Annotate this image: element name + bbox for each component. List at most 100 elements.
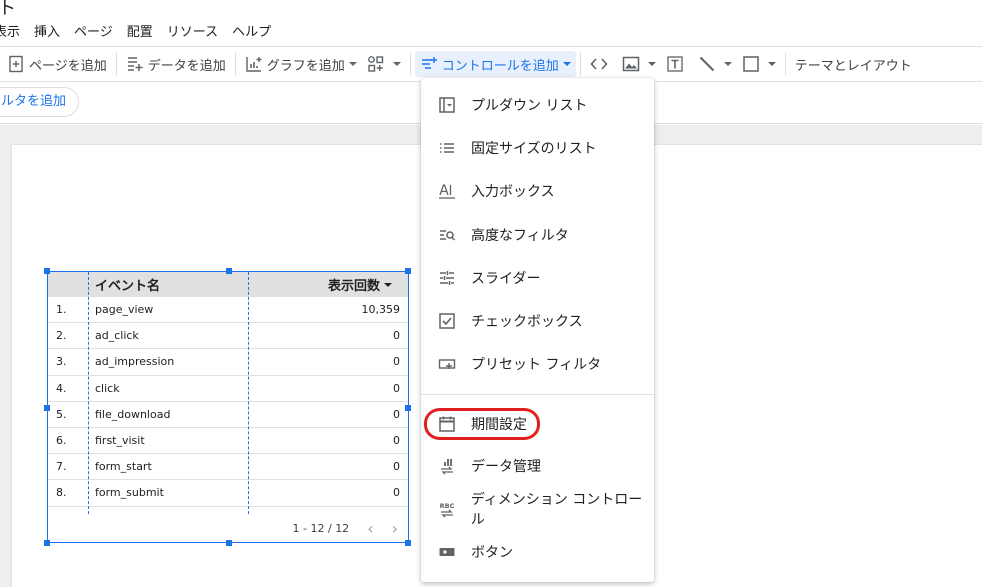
menu-item-label: 入力ボックス <box>471 184 555 200</box>
add-filter-button[interactable]: ルタを追加 <box>0 87 80 117</box>
chevron-down-icon <box>723 62 732 66</box>
add-control-button[interactable]: コントロールを追加 <box>414 51 576 77</box>
sort-desc-icon <box>384 282 392 287</box>
views-cell: 0 <box>393 329 400 343</box>
fixed-list-icon <box>437 138 457 158</box>
menu-view[interactable]: 表示 <box>0 21 20 40</box>
shape-button[interactable] <box>737 51 781 77</box>
community-viz-button[interactable] <box>362 51 406 77</box>
event-name-cell: click <box>95 381 120 395</box>
resize-handle[interactable] <box>44 268 50 274</box>
menu-bar: 表示 挿入 ページ 配置 リソース ヘルプ <box>0 21 285 40</box>
resize-handle[interactable] <box>44 405 50 411</box>
add-page-label: ページを追加 <box>29 58 107 74</box>
theme-layout-label: テーマとレイアウト <box>794 58 912 74</box>
event-name-cell: form_submit <box>95 486 164 500</box>
toolbar-divider <box>784 53 786 75</box>
resize-handle[interactable] <box>405 540 411 546</box>
event-name-cell: form_start <box>95 460 152 474</box>
toolbar: ページを追加 データを追加 グラフを追加 コントロールを追加 テーマとレイアウト <box>0 46 982 82</box>
menu-insert[interactable]: 挿入 <box>34 21 60 40</box>
table-row: 1. page_view 10,359 <box>48 297 408 324</box>
data-table[interactable]: イベント名 表示回数 1. page_view 10,359 2. ad_click 0… <box>47 271 409 543</box>
table-pagination: 1 - 12 / 12 ‹ › <box>48 514 408 542</box>
text-button[interactable] <box>661 51 693 77</box>
chevron-left-icon[interactable]: ‹ <box>367 519 373 538</box>
table-row: 6. first_visit 0 <box>48 428 408 455</box>
add-chart-label: グラフを追加 <box>266 58 345 74</box>
table-row: 3. ad_impression 0 <box>48 349 408 376</box>
row-number: 8. <box>56 486 67 500</box>
menu-item-label: プリセット フィルタ <box>471 357 602 373</box>
preset-filter-icon <box>437 354 457 374</box>
row-number: 1. <box>56 303 67 317</box>
menu-arrange[interactable]: 配置 <box>127 21 153 40</box>
resize-handle[interactable] <box>44 540 50 546</box>
row-number: 5. <box>56 407 67 421</box>
column-guide <box>248 272 249 542</box>
menu-item-data-control[interactable]: データ管理 <box>421 446 654 486</box>
menu-resources[interactable]: リソース <box>167 21 218 40</box>
toolbar-divider <box>409 53 411 75</box>
resize-handle[interactable] <box>226 268 232 274</box>
chevron-down-icon <box>392 62 401 66</box>
event-name-cell: file_download <box>95 407 171 421</box>
line-button[interactable] <box>693 51 737 77</box>
shapes-add-icon <box>367 56 383 72</box>
toolbar-divider <box>115 53 117 75</box>
menu-item-input-box[interactable]: 入力ボックス <box>421 171 654 211</box>
row-number: 7. <box>56 460 67 474</box>
row-number: 4. <box>56 381 67 395</box>
menu-item-fixed-list[interactable]: 固定サイズのリスト <box>421 128 654 168</box>
menu-item-checkbox[interactable]: チェックボックス <box>421 301 654 341</box>
input-box-icon <box>437 181 457 201</box>
menu-item-slider[interactable]: スライダー <box>421 258 654 298</box>
resize-handle[interactable] <box>226 540 232 546</box>
dropdown-list-icon <box>437 95 457 115</box>
event-name-cell: page_view <box>95 303 154 317</box>
add-chart-button[interactable]: グラフを追加 <box>240 51 362 77</box>
table-row: 4. click 0 <box>48 376 408 402</box>
views-cell: 0 <box>393 381 400 395</box>
add-page-button[interactable]: ページを追加 <box>2 51 112 77</box>
resize-handle[interactable] <box>405 268 411 274</box>
column-header-event-name[interactable]: イベント名 <box>89 275 249 294</box>
menu-page[interactable]: ページ <box>74 21 113 40</box>
image-button[interactable] <box>617 51 661 77</box>
embed-code-button[interactable] <box>585 51 617 77</box>
menu-item-preset-filter[interactable]: プリセット フィルタ <box>421 344 654 384</box>
menu-item-label: ディメンション コントロール <box>470 492 643 528</box>
menu-item-label: 固定サイズのリスト <box>471 141 597 157</box>
table-row: 5. file_download 0 <box>48 402 408 428</box>
menu-item-label: 高度なフィルタ <box>471 228 569 244</box>
column-header-views[interactable]: 表示回数 <box>249 275 408 294</box>
add-page-icon <box>9 55 23 73</box>
add-data-button[interactable]: データを追加 <box>121 51 231 77</box>
row-number: 6. <box>56 434 67 448</box>
toolbar-divider <box>579 53 581 75</box>
menu-item-advanced-filter[interactable]: 高度なフィルタ <box>421 215 654 255</box>
views-cell: 0 <box>393 434 400 448</box>
menu-item-button[interactable]: ボタン <box>421 532 654 572</box>
menu-item-dropdown-list[interactable]: プルダウン リスト <box>421 85 654 125</box>
menu-help[interactable]: ヘルプ <box>232 21 271 40</box>
theme-layout-button[interactable]: テーマとレイアウト <box>790 51 917 77</box>
svg-text:RBC: RBC <box>440 502 455 510</box>
chevron-down-icon <box>562 62 571 66</box>
event-name-cell: first_visit <box>95 434 145 448</box>
rectangle-icon <box>743 56 759 72</box>
menu-item-dimension-control[interactable]: RBC ディメンション コントロール <box>421 489 654 529</box>
chevron-right-icon[interactable]: › <box>392 519 398 538</box>
line-icon <box>699 56 715 72</box>
table-row: 7. form_start 0 <box>48 454 408 481</box>
app-title: ト <box>0 0 16 19</box>
row-number: 3. <box>56 355 67 369</box>
views-cell: 0 <box>393 486 400 500</box>
chevron-down-icon <box>647 62 656 66</box>
control-icon <box>421 57 437 69</box>
resize-handle[interactable] <box>405 405 411 411</box>
add-control-dropdown: プルダウン リスト 固定サイズのリスト 入力ボックス 高度なフィルタ スライダー… <box>421 78 654 582</box>
text-box-icon <box>667 56 683 72</box>
table-row: 2. ad_click 0 <box>48 323 408 350</box>
event-name-cell: ad_click <box>95 329 139 343</box>
